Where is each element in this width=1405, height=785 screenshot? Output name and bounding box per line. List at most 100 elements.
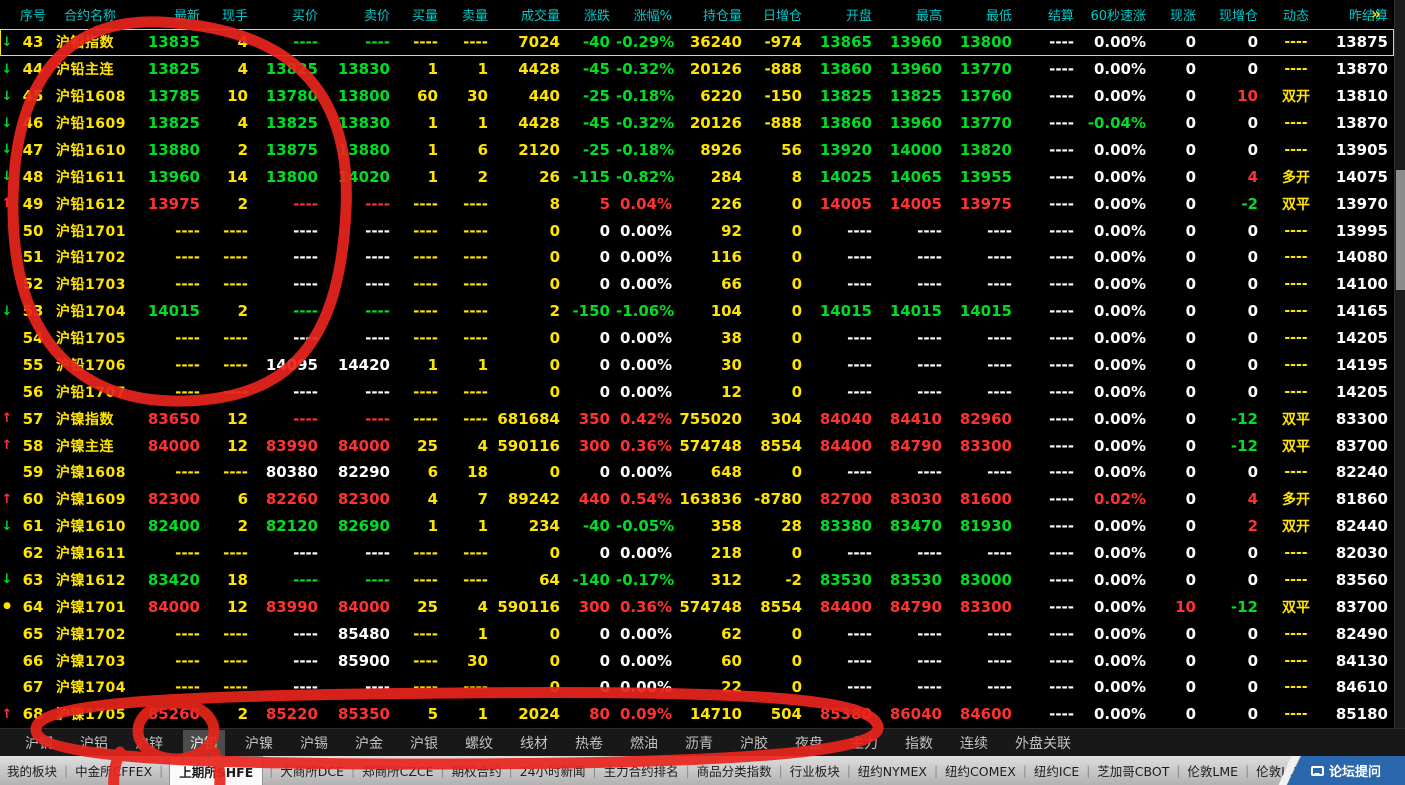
column-header-change_pct[interactable]: 涨幅%	[616, 5, 678, 24]
exchange-tab-纽约NYMEX[interactable]: 纽约NYMEX	[857, 757, 928, 784]
quote-row-沪铅1703[interactable]: 52沪铅1703------------------------000.00%6…	[0, 271, 1394, 298]
contract-name[interactable]: 沪镍1705	[52, 704, 144, 724]
contract-name[interactable]: 沪镍1701	[52, 597, 144, 617]
exchange-tab-中金所CFFEX[interactable]: 中金所CFFEX	[74, 757, 153, 784]
quote-row-沪镍1608[interactable]: 59沪镍1608--------8038082290618000.00%6480…	[0, 459, 1394, 486]
contract-name[interactable]: 沪铅1701	[52, 221, 144, 241]
quote-row-沪镍1704[interactable]: 67沪镍1704------------------------000.00%2…	[0, 674, 1394, 701]
product-tab-指数[interactable]: 指数	[898, 730, 940, 756]
product-tab-螺纹[interactable]: 螺纹	[458, 730, 500, 756]
quote-row-沪铅1610[interactable]: ↓47沪铅16101388021387513880162120-25-0.18%…	[0, 137, 1394, 164]
quote-row-沪铅1608[interactable]: ↓45沪铅1608137851013780138006030440-25-0.1…	[0, 83, 1394, 110]
quote-row-沪镍1705[interactable]: ↑68沪镍17058526028522085350512024800.09%14…	[0, 701, 1394, 728]
contract-name[interactable]: 沪铅1610	[52, 140, 144, 160]
quote-row-沪镍1702[interactable]: 65沪镍1702------------85480----1000.00%620…	[0, 620, 1394, 647]
contract-name[interactable]: 沪镍1610	[52, 516, 144, 536]
column-header-settle[interactable]: 结算	[1018, 5, 1080, 24]
column-header-open[interactable]: 开盘	[808, 5, 878, 24]
contract-name[interactable]: 沪铅1705	[52, 328, 144, 348]
product-tab-沪金[interactable]: 沪金	[348, 730, 390, 756]
contract-name[interactable]: 沪铅1702	[52, 247, 144, 267]
contract-name[interactable]: 沪镍1608	[52, 462, 144, 482]
quote-row-沪镍1612[interactable]: ↓63沪镍16128342018----------------64-140-0…	[0, 567, 1394, 594]
quote-row-沪镍主连[interactable]: ↑58沪镍主连840001283990840002545901163000.36…	[0, 432, 1394, 459]
column-header-bid_vol[interactable]: 买量	[396, 5, 444, 24]
exchange-tab-纽约ICE[interactable]: 纽约ICE	[1033, 757, 1080, 784]
column-header-bid[interactable]: 买价	[254, 5, 324, 24]
contract-name[interactable]: 沪镍1611	[52, 543, 144, 563]
exchange-tab-期权合约[interactable]: 期权合约	[451, 757, 503, 784]
vertical-scrollbar[interactable]	[1394, 0, 1405, 728]
quote-row-沪铅主连[interactable]: ↓44沪铅主连1382541382513830114428-45-0.32%20…	[0, 56, 1394, 83]
product-tab-沪铅[interactable]: 沪铅	[183, 730, 225, 756]
quote-row-沪铅1609[interactable]: ↓46沪铅16091382541382513830114428-45-0.32%…	[0, 110, 1394, 137]
quote-row-沪铅1701[interactable]: 50沪铅1701------------------------000.00%9…	[0, 217, 1394, 244]
contract-name[interactable]: 沪镍1609	[52, 489, 144, 509]
contract-name[interactable]: 沪铅1611	[52, 167, 144, 187]
quote-row-沪铅1707[interactable]: 56沪铅1707------------------------000.00%1…	[0, 378, 1394, 405]
quote-row-沪铅1704[interactable]: ↓53沪铅1704140152----------------2-150-1.0…	[0, 298, 1394, 325]
exchange-tab-芝加哥CBOT[interactable]: 芝加哥CBOT	[1096, 757, 1170, 784]
contract-name[interactable]: 沪铅1609	[52, 113, 144, 133]
product-tab-沪铝[interactable]: 沪铝	[73, 730, 115, 756]
contract-name[interactable]: 沪镍主连	[52, 436, 144, 456]
column-header-dynamic[interactable]: 动态	[1264, 5, 1328, 24]
quote-row-沪镍1611[interactable]: 62沪镍1611------------------------000.00%2…	[0, 540, 1394, 567]
more-columns-chevron-icon[interactable]: »	[1371, 5, 1381, 23]
product-tab-沪银[interactable]: 沪银	[403, 730, 445, 756]
column-header-low[interactable]: 最低	[948, 5, 1018, 24]
contract-name[interactable]: 沪镍1612	[52, 570, 144, 590]
exchange-tab-大商所DCE[interactable]: 大商所DCE	[279, 757, 345, 784]
column-header-ask_vol[interactable]: 卖量	[444, 5, 494, 24]
column-header-prev_settle[interactable]: 昨结算	[1328, 5, 1394, 24]
exchange-tab-伦敦LME[interactable]: 伦敦LME	[1186, 757, 1239, 784]
contract-name[interactable]: 沪铅主连	[52, 59, 144, 79]
product-tab-热卷[interactable]: 热卷	[568, 730, 610, 756]
product-tab-外盘关联[interactable]: 外盘关联	[1008, 730, 1078, 756]
exchange-tab-24小时新闻[interactable]: 24小时新闻	[519, 757, 587, 784]
contract-name[interactable]: 沪铅指数	[52, 32, 144, 52]
quote-row-沪铅1705[interactable]: 54沪铅1705------------------------000.00%3…	[0, 325, 1394, 352]
quote-row-沪镍1609[interactable]: ↑60沪镍1609823006822608230047892424400.54%…	[0, 486, 1394, 513]
column-header-speed60[interactable]: 60秒速涨	[1080, 5, 1152, 24]
forum-question-button[interactable]: 论坛提问	[1287, 756, 1405, 785]
column-header-change[interactable]: 涨跌	[566, 5, 616, 24]
contract-name[interactable]: 沪铅1706	[52, 355, 144, 375]
exchange-tab-纽约COMEX[interactable]: 纽约COMEX	[944, 757, 1017, 784]
column-header-name[interactable]: 合约名称	[52, 5, 144, 24]
contract-name[interactable]: 沪铅1612	[52, 194, 144, 214]
product-tab-连续[interactable]: 连续	[953, 730, 995, 756]
vertical-scrollbar-thumb[interactable]	[1396, 170, 1405, 290]
product-tab-沪锡[interactable]: 沪锡	[293, 730, 335, 756]
column-header-ask[interactable]: 卖价	[324, 5, 396, 24]
product-tab-沥青[interactable]: 沥青	[678, 730, 720, 756]
product-tab-沪胶[interactable]: 沪胶	[733, 730, 775, 756]
column-header-volume[interactable]: 成交量	[494, 5, 566, 24]
column-header-high[interactable]: 最高	[878, 5, 948, 24]
product-tab-线材[interactable]: 线材	[513, 730, 555, 756]
contract-name[interactable]: 沪铅1704	[52, 301, 144, 321]
quote-row-沪铅1706[interactable]: 55沪铅1706--------140951442011000.00%300--…	[0, 352, 1394, 379]
quote-row-沪铅1611[interactable]: ↓48沪铅1611139601413800140201226-115-0.82%…	[0, 163, 1394, 190]
column-header-cur_oi[interactable]: 现增仓	[1202, 5, 1264, 24]
product-tab-夜盘[interactable]: 夜盘	[788, 730, 830, 756]
quote-row-沪铅指数[interactable]: ↓43沪铅指数138354----------------7024-40-0.2…	[0, 29, 1394, 56]
exchange-tab-郑商所CZCE[interactable]: 郑商所CZCE	[361, 757, 434, 784]
exchange-tab-我的板块[interactable]: 我的板块	[6, 757, 58, 784]
quote-row-沪镍1610[interactable]: ↓61沪镍1610824002821208269011234-40-0.05%3…	[0, 513, 1394, 540]
quote-row-沪镍1701[interactable]: ●64沪镍1701840001283990840002545901163000.…	[0, 593, 1394, 620]
quote-row-沪镍1703[interactable]: 66沪镍1703------------85900----30000.00%60…	[0, 647, 1394, 674]
product-tab-燃油[interactable]: 燃油	[623, 730, 665, 756]
exchange-tab-上期所SHFE[interactable]: 上期所SHFE	[169, 756, 263, 785]
quote-row-沪铅1702[interactable]: 51沪铅1702------------------------000.00%1…	[0, 244, 1394, 271]
product-tab-沪镍[interactable]: 沪镍	[238, 730, 280, 756]
exchange-tab-行业板块[interactable]: 行业板块	[789, 757, 841, 784]
column-header-num[interactable]: 序号	[14, 5, 52, 24]
product-tab-沪铜[interactable]: 沪铜	[18, 730, 60, 756]
product-tab-沪锌[interactable]: 沪锌	[128, 730, 170, 756]
column-header-latest[interactable]: 最新	[144, 5, 206, 24]
column-header-cur_rise[interactable]: 现涨	[1152, 5, 1202, 24]
contract-name[interactable]: 沪镍1702	[52, 624, 144, 644]
exchange-tab-主力合约排名[interactable]: 主力合约排名	[603, 757, 680, 784]
column-header-daily_oi[interactable]: 日增仓	[748, 5, 808, 24]
